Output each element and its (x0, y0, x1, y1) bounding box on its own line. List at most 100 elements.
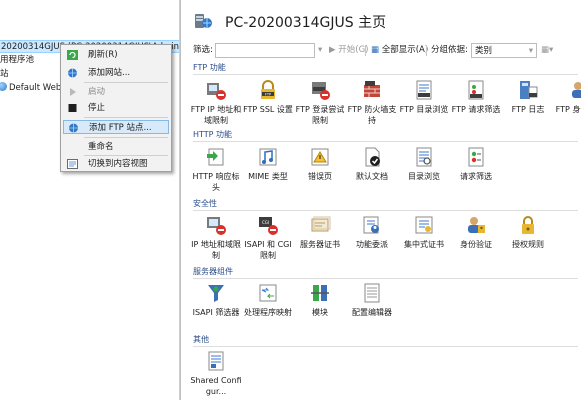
feature-ftp-directory-browsing[interactable]: FTP 目录浏览 (397, 79, 451, 115)
show-all-label: 全部显示(A) (381, 45, 429, 55)
feature-ftp-logon-attempts[interactable]: FTP 登录尝试限制 (293, 79, 347, 126)
show-all-button[interactable]: ▦ 全部显示(A) (371, 43, 428, 58)
feature-label: ISAPI 筛选器 (192, 308, 240, 317)
menu-item-label: 添加网站... (88, 68, 131, 78)
context-menu: 刷新(R) 添加网站... 启动 停止 添加 FTP 站点... 重命名 切换到… (60, 44, 172, 172)
section-http-header: HTTP 功能 (193, 130, 579, 142)
menu-item-content-view[interactable]: 切换到内容视图 (63, 157, 169, 171)
server-home-icon (195, 14, 212, 28)
menu-separator (84, 155, 168, 156)
menu-item-label: 启动 (88, 87, 106, 97)
menu-item-stop[interactable]: 停止 (63, 101, 169, 115)
feature-shared-configuration[interactable]: Shared Configur... (189, 350, 243, 397)
feature-server-certificates[interactable]: 服务器证书 (293, 214, 347, 250)
toolbar-divider (426, 45, 427, 56)
menu-item-label: 添加 FTP 站点... (89, 123, 152, 133)
dropdown-arrow-icon[interactable]: ▾ (318, 43, 326, 58)
start-button[interactable]: ▶ 开始(G) (329, 43, 368, 58)
feature-label: IP 地址和域限制 (191, 240, 241, 260)
tree-item-app-pools[interactable]: 用程序池 (0, 54, 34, 67)
feature-modules[interactable]: 模块 (293, 282, 347, 318)
feature-ftp-authentication[interactable]: FTP 身份验证 (553, 79, 581, 115)
handler-mapping-icon (259, 284, 277, 302)
chevron-down-icon: ▾ (528, 46, 533, 56)
feature-label: Shared Configur... (190, 376, 242, 396)
view-mode-button[interactable]: ▦▾ (541, 43, 553, 58)
isapi-cgi-icon: CGI (259, 217, 278, 235)
feature-authorization-rules[interactable]: 授权规则 (501, 214, 555, 250)
feature-label: 身份验证 (460, 240, 492, 249)
menu-item-label: 重命名 (88, 142, 114, 152)
feature-ftp-ip-domain[interactable]: FTP IP 地址和域限制 (189, 79, 243, 126)
authentication-icon (468, 217, 485, 233)
feature-label: 请求筛选 (460, 172, 492, 181)
menu-item-rename[interactable]: 重命名 (63, 140, 169, 154)
certificate-icon (311, 216, 331, 232)
feature-mime-types[interactable]: MIME 类型 (241, 146, 295, 182)
feature-error-pages[interactable]: 错误页 (293, 146, 347, 182)
toolbar-divider (365, 45, 366, 56)
feature-label: MIME 类型 (248, 172, 288, 181)
ftp-ip-restrict-icon (207, 83, 226, 100)
ip-restrict-icon (207, 217, 226, 235)
add-site-icon (68, 68, 77, 78)
shared-configuration-icon (208, 351, 224, 371)
menu-item-add-ftp-site[interactable]: 添加 FTP 站点... (63, 120, 169, 134)
feature-request-filtering[interactable]: 请求筛选 (449, 146, 503, 182)
filter-label: 筛选: (193, 45, 213, 55)
feature-label: 集中式证书 (404, 240, 444, 249)
feature-ftp-firewall[interactable]: FTP 防火墙支持 (345, 79, 399, 126)
feature-configuration-editor[interactable]: 配置编辑器 (345, 282, 399, 318)
feature-ip-domain-restrictions[interactable]: IP 地址和域限制 (189, 214, 243, 261)
pane-divider[interactable] (180, 0, 181, 400)
menu-separator (84, 117, 168, 118)
directory-browsing-icon (416, 147, 432, 167)
authorization-icon (522, 216, 534, 234)
feature-isapi-filters[interactable]: ISAPI 筛选器 (189, 282, 243, 318)
feature-centralized-certificates[interactable]: 集中式证书 (397, 214, 451, 250)
group-by-label: 分组依据: (431, 45, 468, 55)
filter-toolbar: 筛选: ▾ ▶ 开始(G) ▦ 全部显示(A) 分组依据: 类别 ▾ ▦▾ (193, 43, 581, 58)
refresh-icon (67, 50, 78, 60)
section-server-header: 服务器组件 (193, 267, 578, 279)
feature-label: FTP 日志 (511, 105, 545, 114)
svg-text:FTP: FTP (265, 93, 271, 97)
feature-label: 配置编辑器 (352, 308, 392, 317)
feature-ftp-request-filtering[interactable]: FTP 请求筛选 (449, 79, 503, 115)
feature-label: 默认文档 (356, 172, 388, 181)
menu-item-label: 停止 (88, 103, 106, 113)
feature-delegation[interactable]: 功能委派 (345, 214, 399, 250)
feature-label: FTP SSL 设置 (243, 105, 293, 114)
feature-ftp-logging[interactable]: FTP 日志 (501, 79, 555, 115)
lock-icon: FTP (261, 80, 275, 99)
feature-default-document[interactable]: 默认文档 (345, 146, 399, 182)
menu-item-refresh[interactable]: 刷新(R) (63, 48, 169, 62)
feature-handler-mappings[interactable]: 处理程序映射 (241, 282, 295, 318)
error-page-icon (311, 148, 329, 166)
feature-directory-browsing[interactable]: 目录浏览 (397, 146, 451, 182)
request-filter-icon (468, 147, 484, 167)
filter-input[interactable] (215, 43, 315, 58)
http-headers-icon (207, 148, 224, 166)
feature-label: 处理程序映射 (244, 308, 292, 317)
ftp-log-icon (520, 81, 538, 99)
menu-item-start[interactable]: 启动 (63, 85, 169, 99)
tree-item-app-pools-label: 用程序池 (0, 55, 35, 65)
group-by-select[interactable]: 类别 ▾ (471, 43, 537, 58)
delegation-icon (363, 216, 379, 234)
tree-item-sites-label: 站 (0, 69, 9, 79)
ftp-firewall-icon (364, 81, 380, 97)
section-other-header: 其他 (193, 335, 578, 347)
tree-item-sites[interactable]: 站 (0, 68, 9, 81)
feature-http-response-headers[interactable]: HTTP 响应标头 (189, 146, 243, 193)
menu-item-add-website[interactable]: 添加网站... (63, 66, 169, 80)
feature-authentication[interactable]: 身份验证 (449, 214, 503, 250)
feature-label: FTP 目录浏览 (399, 105, 449, 114)
ftp-filter-icon (468, 80, 484, 100)
isapi-filter-icon (208, 285, 224, 302)
central-certificate-icon (415, 216, 433, 234)
feature-isapi-cgi-restrictions[interactable]: CGI ISAPI 和 CGI 限制 (241, 214, 295, 261)
feature-label: FTP IP 地址和域限制 (190, 105, 242, 125)
feature-ftp-ssl[interactable]: FTP FTP SSL 设置 (241, 79, 295, 115)
page-header: PC-20200314GJUS 主页 (181, 0, 581, 40)
